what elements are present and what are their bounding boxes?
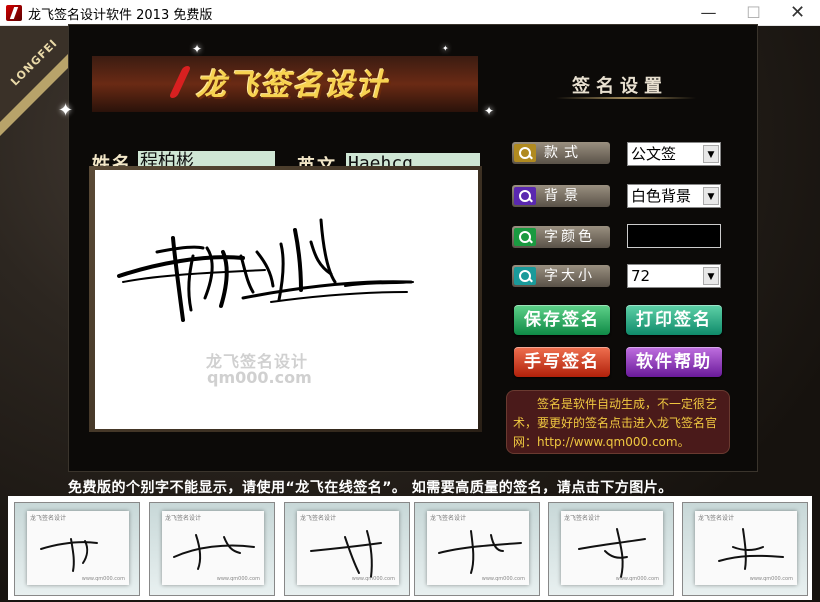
sparkle-icon: ✦	[484, 104, 495, 118]
thumbnail-url: www.qm000.com	[351, 576, 395, 582]
size-value: 72	[631, 267, 651, 285]
window-title: 龙飞签名设计软件 2013 免费版	[28, 8, 213, 23]
thumbnail-card: 龙飞签名设计 www.qm000.com	[427, 511, 529, 585]
magnifier-icon	[514, 228, 536, 246]
style-value: 公文签	[631, 145, 677, 163]
sample-thumbnail[interactable]: 龙飞签名设计 www.qm000.com	[149, 502, 275, 596]
sample-thumbnail[interactable]: 龙飞签名设计 www.qm000.com	[682, 502, 808, 596]
free-version-notice: 免费版的个别字不能显示，请使用“龙飞在线签名”。 如需要高质量的签名，请点击下方…	[68, 480, 673, 496]
info-text[interactable]: 签名是软件自动生成，不一定很艺术，要更好的签名点击进入龙飞签名官网：http:/…	[506, 390, 730, 454]
style-select[interactable]: 公文签 ▼	[627, 142, 721, 166]
magnifier-icon	[514, 267, 536, 285]
background-select[interactable]: 白色背景 ▼	[627, 184, 721, 208]
minimize-button[interactable]: —	[686, 0, 731, 26]
thumbnail-signature	[40, 538, 98, 572]
thumbnail-signature	[578, 528, 646, 578]
thumbnail-url: www.qm000.com	[749, 576, 793, 582]
app-icon	[6, 5, 22, 21]
background-value: 白色背景	[631, 187, 692, 205]
thumbnail-url: www.qm000.com	[481, 576, 525, 582]
help-button[interactable]: 软件帮助	[626, 347, 722, 377]
thumbnail-card: 龙飞签名设计 www.qm000.com	[27, 511, 129, 585]
thumbnail-card: 龙飞签名设计 www.qm000.com	[561, 511, 663, 585]
magnifier-icon	[514, 187, 536, 205]
settings-divider	[556, 97, 696, 99]
maximize-button[interactable]: ☐	[731, 0, 776, 26]
chevron-down-icon: ▼	[703, 267, 719, 285]
sample-thumbnail[interactable]: 龙飞签名设计 www.qm000.com	[548, 502, 674, 596]
magnifier-icon	[514, 144, 536, 162]
close-button[interactable]: ✕	[775, 0, 820, 26]
background-button[interactable]: 背景	[512, 185, 610, 207]
watermark-url: qm000.com	[207, 368, 312, 387]
thumbnail-signature	[173, 534, 255, 570]
style-button[interactable]: 款式	[512, 142, 610, 164]
settings-title: 签名设置	[572, 76, 668, 97]
thumbnail-signature	[438, 530, 522, 574]
chevron-down-icon: ▼	[703, 145, 719, 163]
size-button[interactable]: 字大小	[512, 265, 610, 287]
size-select[interactable]: 72 ▼	[627, 264, 721, 288]
thumbnail-signature	[718, 528, 784, 570]
thumbnail-card: 龙飞签名设计 www.qm000.com	[297, 511, 399, 585]
sparkle-icon: ✦	[58, 100, 74, 121]
thumbnail-url: www.qm000.com	[81, 576, 125, 582]
sample-thumbnail[interactable]: 龙飞签名设计 www.qm000.com	[14, 502, 140, 596]
signature-drawing	[117, 218, 414, 322]
sample-thumbnail[interactable]: 龙飞签名设计 www.qm000.com	[414, 502, 540, 596]
color-button[interactable]: 字颜色	[512, 226, 610, 248]
thumbnail-card: 龙飞签名设计 www.qm000.com	[162, 511, 264, 585]
thumbnail-card: 龙飞签名设计 www.qm000.com	[695, 511, 797, 585]
app-logo: 龙飞签名设计	[196, 68, 388, 103]
size-label: 字大小	[544, 268, 595, 284]
sparkle-icon: ✦	[192, 42, 203, 56]
title-bar: 龙飞签名设计软件 2013 免费版 — ☐ ✕	[0, 0, 820, 26]
background-label: 背景	[544, 188, 584, 204]
print-signature-button[interactable]: 打印签名	[626, 305, 722, 335]
sample-thumbnail[interactable]: 龙飞签名设计 www.qm000.com	[284, 502, 410, 596]
thumbnail-url: www.qm000.com	[216, 576, 260, 582]
color-swatch[interactable]	[627, 224, 721, 248]
color-label: 字颜色	[544, 229, 595, 245]
signature-preview	[95, 170, 478, 429]
thumbnail-signature	[310, 530, 382, 578]
sparkle-icon: ✦	[442, 44, 449, 53]
thumbnail-url: www.qm000.com	[615, 576, 659, 582]
handwrite-signature-button[interactable]: 手写签名	[514, 347, 610, 377]
chevron-down-icon: ▼	[703, 187, 719, 205]
style-label: 款式	[544, 145, 584, 161]
save-signature-button[interactable]: 保存签名	[514, 305, 610, 335]
